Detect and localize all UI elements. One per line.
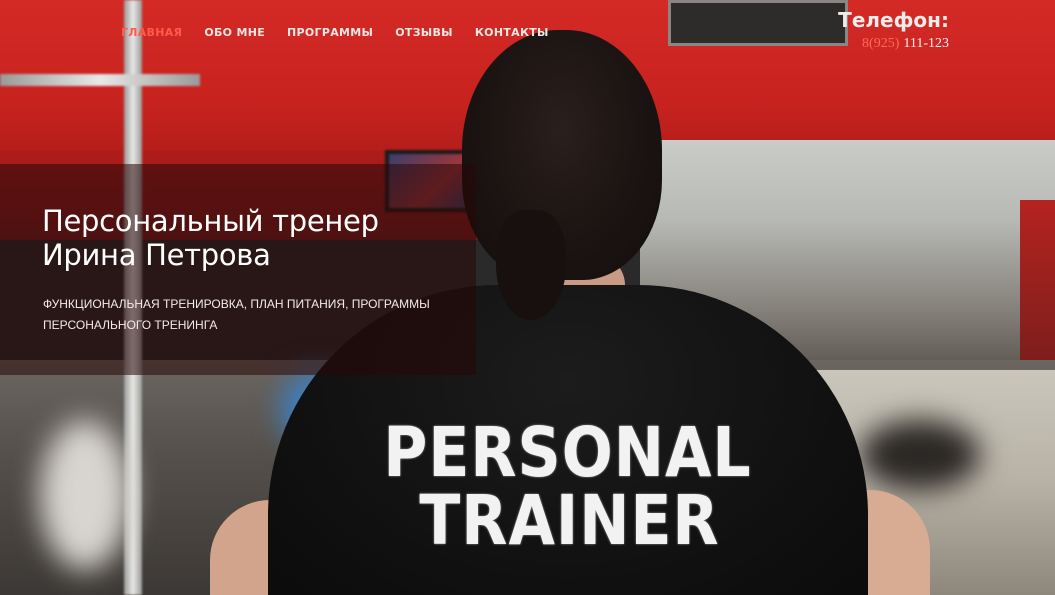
hero-subtitle: ФУНКЦИОНАЛЬНАЯ ТРЕНИРОВКА, ПЛАН ПИТАНИЯ,…: [43, 297, 430, 332]
hero-title-line2: Ирина Петрова: [42, 238, 271, 272]
phone-number[interactable]: 8(925) 111-123: [838, 36, 949, 52]
hero-title: Персональный тренер Ирина Петрова: [42, 204, 379, 272]
nav-item-about[interactable]: ОБО МНЕ: [204, 26, 265, 39]
shirt-print-line2: TRAINER: [419, 480, 720, 562]
main-navigation: ГЛАВНАЯ ОБО МНЕ ПРОГРАММЫ ОТЗЫВЫ КОНТАКТ…: [121, 26, 571, 39]
nav-item-home[interactable]: ГЛАВНАЯ: [121, 26, 182, 39]
nav-item-programs[interactable]: ПРОГРАММЫ: [287, 26, 373, 39]
trainer-ponytail: [496, 210, 566, 320]
phone-area-code: 8(925): [862, 36, 900, 51]
hero-title-line1: Персональный тренер: [42, 204, 379, 238]
phone-digits: 111-123: [903, 36, 949, 51]
phone-contact-block: Телефон: 8(925) 111-123: [838, 8, 949, 52]
nav-item-reviews[interactable]: ОТЗЫВЫ: [395, 26, 453, 39]
nav-item-contacts[interactable]: КОНТАКТЫ: [475, 26, 549, 39]
phone-title: Телефон:: [838, 8, 949, 32]
